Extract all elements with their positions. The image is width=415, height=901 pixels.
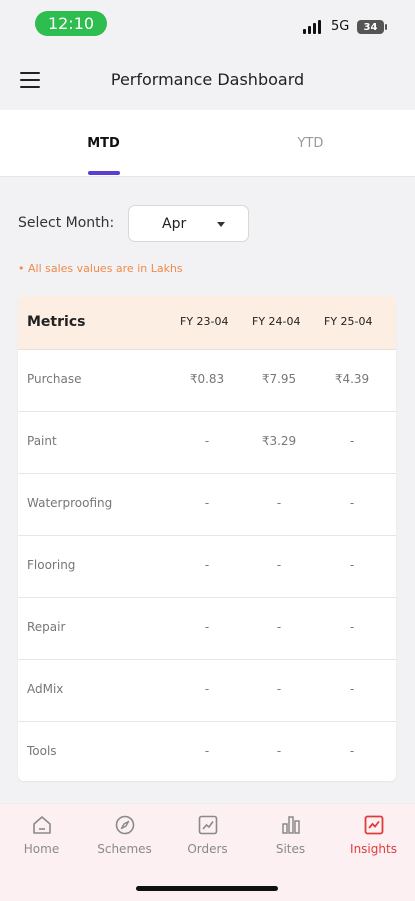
nav-orders[interactable]: Orders xyxy=(166,814,249,856)
nav-insights-label: Insights xyxy=(350,842,397,856)
insights-icon xyxy=(364,815,383,835)
table-row: AdMix - - - xyxy=(18,660,396,722)
status-bar: 12:10 5G 34 xyxy=(0,0,415,48)
row-label: Paint xyxy=(27,434,57,448)
header-fy-25-04: FY 25-04 xyxy=(324,315,373,328)
page-title: Performance Dashboard xyxy=(110,70,305,89)
row-label: Purchase xyxy=(27,372,82,386)
trend-chart-icon xyxy=(198,815,217,835)
status-time: 12:10 xyxy=(35,11,107,36)
bar-chart-icon xyxy=(281,816,300,834)
row-value: - xyxy=(204,744,210,758)
row-value: - xyxy=(204,434,210,448)
header-fy-24-04: FY 24-04 xyxy=(252,315,301,328)
row-value: - xyxy=(204,558,210,572)
row-label: Repair xyxy=(27,620,66,634)
nav-sites-label: Sites xyxy=(275,842,306,856)
compass-icon xyxy=(115,815,134,835)
row-value: - xyxy=(349,744,355,758)
nav-schemes[interactable]: Schemes xyxy=(83,814,166,856)
table-row: Paint - ₹3.29 - xyxy=(18,412,396,474)
row-value: ₹4.39 xyxy=(334,372,370,386)
row-label: Waterproofing xyxy=(27,496,113,510)
table-row: Purchase ₹0.83 ₹7.95 ₹4.39 xyxy=(18,350,396,412)
tab-mtd[interactable]: MTD xyxy=(0,110,207,176)
row-value: - xyxy=(276,558,282,572)
caret-down-icon xyxy=(217,222,225,227)
row-value: - xyxy=(349,558,355,572)
row-label: Tools xyxy=(27,744,57,758)
nav-insights[interactable]: Insights xyxy=(332,814,415,856)
nav-schemes-label: Schemes xyxy=(97,842,152,856)
metrics-table: Metrics FY 23-04 FY 24-04 FY 25-04 Purch… xyxy=(18,296,396,781)
network-label: 5G xyxy=(331,19,350,34)
row-value: ₹7.95 xyxy=(261,372,297,386)
table-row: Flooring - - - xyxy=(18,536,396,598)
row-value: - xyxy=(276,744,282,758)
row-value: - xyxy=(204,620,210,634)
nav-home[interactable]: Home xyxy=(0,814,83,856)
table-row: Tools - - - xyxy=(18,722,396,781)
month-dropdown[interactable]: Apr xyxy=(128,205,249,242)
row-value: - xyxy=(276,620,282,634)
table-header: Metrics FY 23-04 FY 24-04 FY 25-04 xyxy=(18,296,396,350)
row-value: - xyxy=(349,496,355,510)
row-value: ₹3.29 xyxy=(261,434,297,448)
table-row: Repair - - - xyxy=(18,598,396,660)
nav-sites[interactable]: Sites xyxy=(249,814,332,856)
battery-icon: 34 xyxy=(357,20,387,34)
month-dropdown-value: Apr xyxy=(162,216,187,232)
row-value: ₹0.83 xyxy=(189,372,225,386)
tab-ytd[interactable]: YTD xyxy=(207,110,414,176)
header-metrics: Metrics xyxy=(27,314,86,330)
row-value: - xyxy=(204,682,210,696)
row-value: - xyxy=(276,682,282,696)
row-value: - xyxy=(204,496,210,510)
row-label: AdMix xyxy=(27,682,64,696)
row-value: - xyxy=(276,496,282,510)
active-tab-indicator xyxy=(88,171,120,175)
nav-home-label: Home xyxy=(23,842,60,856)
period-tabs: MTD YTD xyxy=(0,110,415,177)
row-label: Flooring xyxy=(27,558,76,572)
select-month-label: Select Month: xyxy=(18,215,115,231)
signal-icon xyxy=(303,20,321,34)
home-indicator xyxy=(136,886,278,891)
units-note: • All sales values are in Lakhs xyxy=(18,262,183,275)
row-value: - xyxy=(349,434,355,448)
header-fy-23-04: FY 23-04 xyxy=(180,315,229,328)
home-icon xyxy=(32,816,51,834)
row-value: - xyxy=(349,620,355,634)
nav-orders-label: Orders xyxy=(187,842,228,856)
table-row: Waterproofing - - - xyxy=(18,474,396,536)
app-bar: Performance Dashboard xyxy=(0,48,415,110)
row-value: - xyxy=(349,682,355,696)
